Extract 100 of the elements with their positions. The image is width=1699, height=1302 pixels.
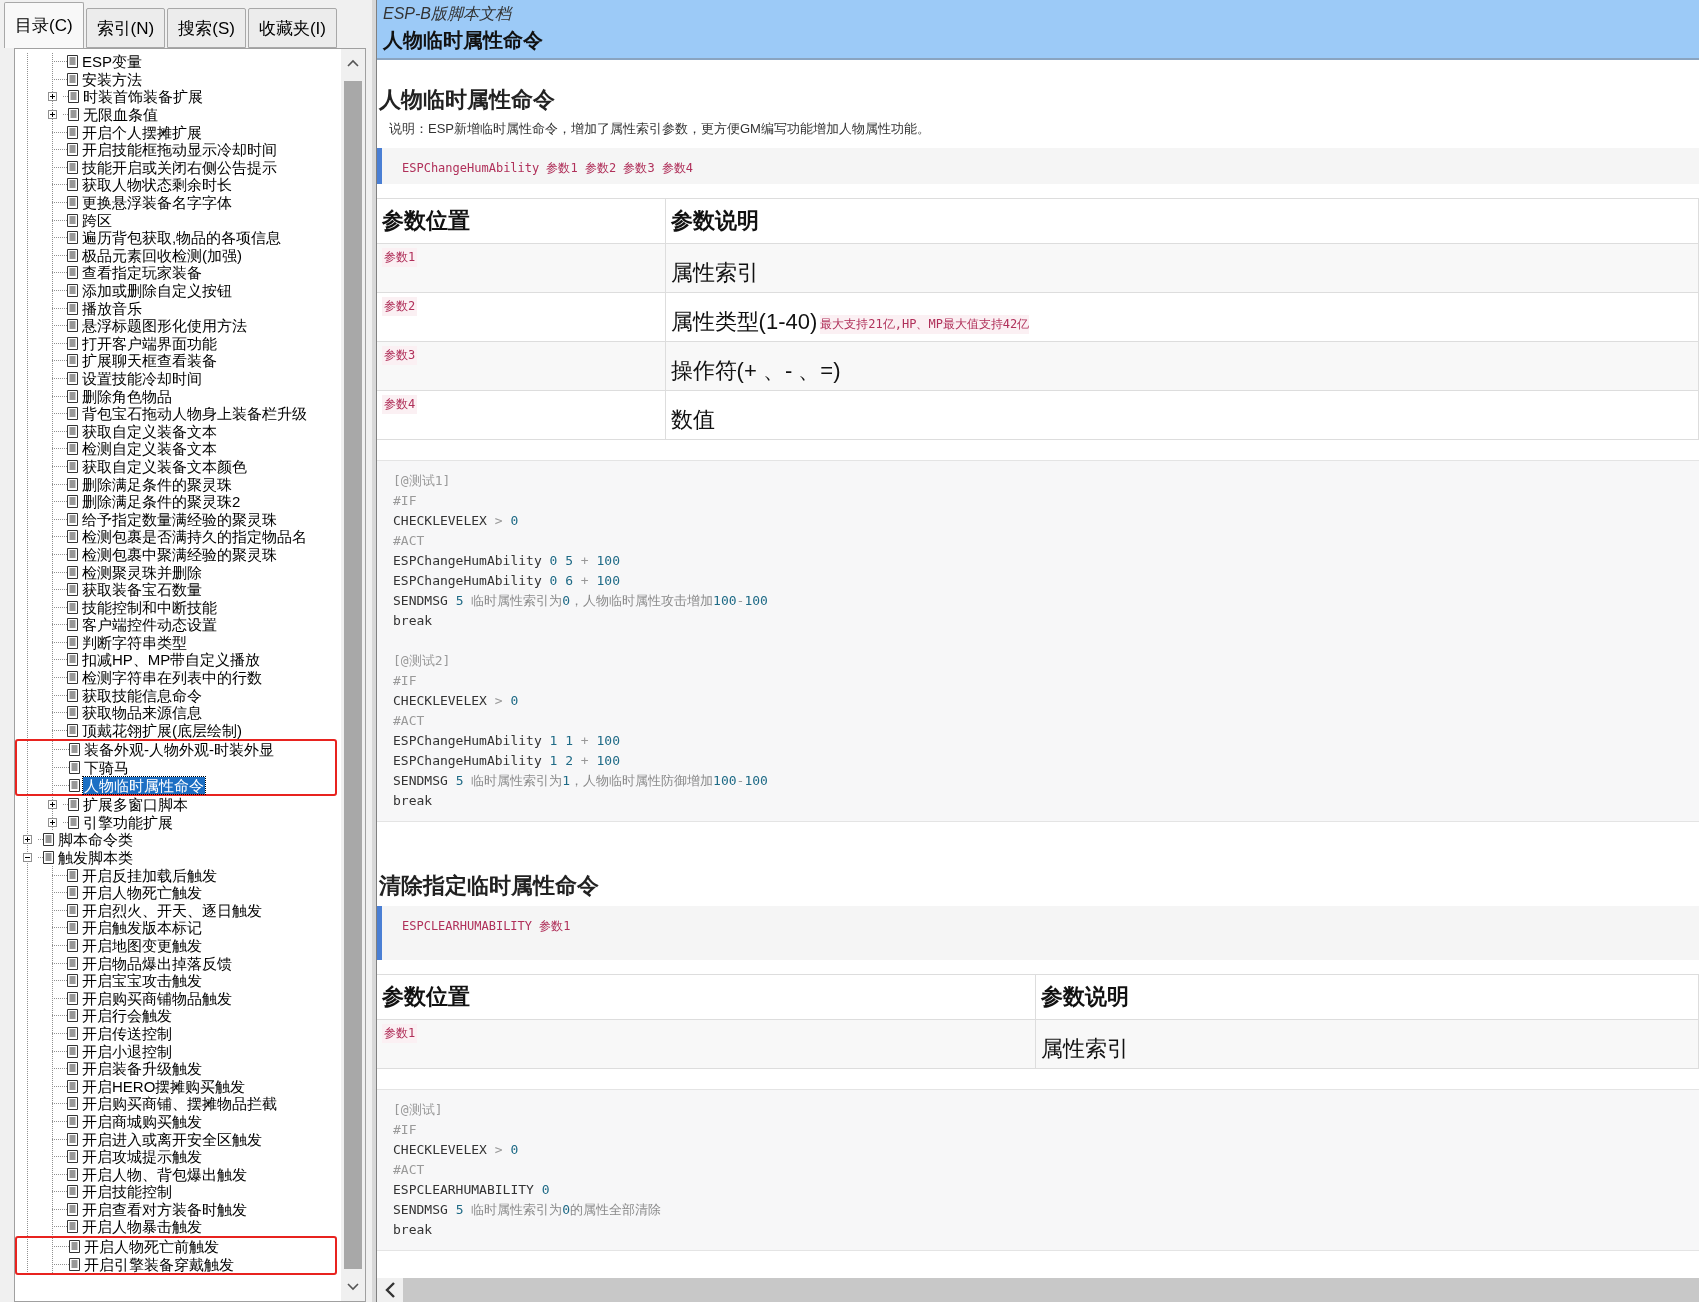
page-icon: [67, 196, 78, 210]
tree-item[interactable]: 获取技能信息命令: [81, 686, 203, 704]
tree-item[interactable]: 检测字符串在列表中的行数: [81, 669, 263, 687]
collapse-icon[interactable]: [23, 853, 32, 862]
tree-item[interactable]: 悬浮标题图形化使用方法: [81, 317, 248, 335]
tree-item[interactable]: ESP变量: [81, 53, 143, 71]
tab[interactable]: 索引(N): [85, 8, 166, 48]
tree-item[interactable]: 遍历背包获取,物品的各项信息: [81, 229, 283, 247]
tree-item[interactable]: 开启个人摆摊扩展: [81, 123, 203, 141]
tree-item[interactable]: 开启HERO摆摊购买触发: [81, 1077, 247, 1095]
tree-item[interactable]: 检测聚灵珠并删除: [81, 563, 203, 581]
tree-item[interactable]: 时装首饰装备扩展: [82, 88, 204, 106]
tree-item[interactable]: 技能控制和中断技能: [81, 598, 218, 616]
expand-icon[interactable]: [48, 817, 57, 827]
expand-icon[interactable]: [48, 800, 57, 810]
tree-item[interactable]: 开启查看对方装备时触发: [81, 1200, 248, 1218]
tree-item[interactable]: 添加或删除自定义按钮: [81, 282, 233, 299]
tree-item[interactable]: 设置技能冷却时间: [81, 370, 203, 387]
tree-item[interactable]: 更换悬浮装备名字字体: [81, 194, 233, 212]
tree-item[interactable]: 查看指定玩家装备: [81, 264, 203, 282]
tree-item[interactable]: 开启攻城提示触发: [81, 1148, 203, 1166]
tree-item[interactable]: 开启反挂加载后触发: [81, 866, 218, 884]
tree-item[interactable]: 获取自定义装备文本: [81, 422, 218, 440]
page-icon: [69, 743, 80, 757]
page-icon: [67, 1167, 78, 1181]
tree-item[interactable]: 开启烈火、开天、逐日触发: [81, 901, 263, 919]
tree-item[interactable]: 检测自定义装备文本: [81, 440, 218, 458]
page-icon: [43, 833, 54, 847]
tree-item[interactable]: 脚本命令类: [57, 831, 134, 849]
tree-item[interactable]: 技能开启或关闭右侧公告提示: [81, 158, 278, 176]
tree-item[interactable]: 开启购买商铺物品触发: [81, 989, 233, 1007]
page-icon: [67, 974, 78, 988]
tree-item[interactable]: 开启小退控制: [81, 1042, 173, 1060]
code-line: [@测试]: [393, 1101, 444, 1119]
tree-item[interactable]: 判断字符串类型: [81, 633, 188, 651]
tree-item[interactable]: 获取物品来源信息: [81, 704, 203, 722]
tree-item[interactable]: 无限血条值: [82, 106, 159, 124]
tree-item[interactable]: 扣减HP、MP带自定义播放: [81, 651, 262, 669]
tree-item[interactable]: 开启行会触发: [81, 1007, 173, 1025]
tree-item[interactable]: 触发脚本类: [57, 849, 134, 866]
expand-icon[interactable]: [48, 92, 57, 102]
tree-item[interactable]: 开启宝宝攻击触发: [81, 972, 203, 990]
scroll-up-icon[interactable]: [347, 59, 359, 67]
tab[interactable]: 目录(C): [4, 2, 84, 48]
page-icon: [67, 886, 78, 900]
tree-item[interactable]: 播放音乐: [81, 299, 143, 317]
page-icon: [67, 284, 78, 297]
tree-item[interactable]: 获取人物状态剩余时长: [81, 176, 233, 194]
page-icon: [67, 939, 78, 952]
tree-item[interactable]: 开启技能框拖动显示冷却时间: [81, 141, 278, 159]
vertical-scrollbar[interactable]: [341, 49, 365, 1301]
tree-item[interactable]: 装备外观-人物外观-时装外显: [83, 741, 275, 759]
parameter-description: 操作符(+ 、- 、=): [670, 357, 841, 385]
parameter-name: 参数2: [382, 297, 418, 316]
tree-item[interactable]: 给予指定数量满经验的聚灵珠: [81, 510, 278, 528]
tree-item[interactable]: 开启人物暴击触发: [81, 1218, 203, 1236]
horizontal-scrollbar[interactable]: [377, 1278, 1699, 1302]
page-icon: [67, 653, 78, 667]
expand-icon[interactable]: [48, 110, 57, 120]
tree-item[interactable]: 开启地图变更触发: [81, 937, 203, 954]
scroll-down-icon[interactable]: [347, 1283, 359, 1291]
tree-item[interactable]: 检测包裹中聚满经验的聚灵珠: [81, 545, 278, 563]
tree-item[interactable]: 人物临时属性命令: [83, 776, 205, 794]
expand-icon[interactable]: [23, 835, 32, 845]
tree-item[interactable]: 开启人物死亡前触发: [83, 1238, 220, 1256]
page-icon: [67, 1132, 78, 1146]
tree-item[interactable]: 检测包裹是否满持久的指定物品名: [81, 528, 308, 546]
tree-item[interactable]: 开启引擎装备穿戴触发: [83, 1255, 235, 1273]
tree-item[interactable]: 开启触发版本标记: [81, 919, 203, 937]
tree-item[interactable]: 开启物品爆出掉落反馈: [81, 954, 233, 972]
tree-item[interactable]: 开启人物、背包爆出触发: [81, 1165, 248, 1183]
tree-item[interactable]: 开启人物死亡触发: [81, 884, 203, 902]
tree-item[interactable]: 开启传送控制: [81, 1024, 173, 1042]
tab[interactable]: 搜索(S): [167, 8, 246, 48]
tree-item[interactable]: 删除满足条件的聚灵珠2: [81, 493, 242, 511]
tree-item[interactable]: 扩展聊天框查看装备: [81, 352, 218, 370]
tree-item[interactable]: 扩展多窗口脚本: [82, 796, 189, 814]
tab[interactable]: 收藏夹(I): [247, 8, 337, 48]
scroll-left-icon[interactable]: [383, 1281, 397, 1299]
tree-item[interactable]: 获取装备宝石数量: [81, 581, 203, 599]
tree-item[interactable]: 开启装备升级触发: [81, 1060, 203, 1078]
tree-item[interactable]: 下骑马: [83, 759, 130, 777]
tree-item[interactable]: 顶戴花翎扩展(底层绘制): [81, 721, 243, 739]
page-icon: [67, 1062, 78, 1076]
tree-item[interactable]: 客户端控件动态设置: [81, 616, 218, 634]
page-icon: [67, 231, 78, 245]
tree-item[interactable]: 开启购买商铺、摆摊物品拦截: [81, 1095, 278, 1113]
page-icon: [67, 1202, 78, 1216]
tree-item[interactable]: 极品元素回收检测(加强): [81, 246, 243, 264]
tree-item[interactable]: 开启商城购买触发: [81, 1112, 203, 1130]
tree-item[interactable]: 安装方法: [81, 70, 143, 88]
tree-item[interactable]: 跨区: [81, 211, 113, 229]
tree-item[interactable]: 开启技能控制: [81, 1183, 173, 1201]
tree-item[interactable]: 删除满足条件的聚灵珠: [81, 475, 233, 493]
tree-item[interactable]: 获取自定义装备文本颜色: [81, 457, 248, 475]
tree-item[interactable]: 开启进入或离开安全区触发: [81, 1130, 263, 1148]
tree-item[interactable]: 删除角色物品: [81, 387, 173, 405]
tree-item[interactable]: 背包宝石拖动人物身上装备栏升级: [81, 405, 308, 423]
tree-item[interactable]: 打开客户端界面功能: [81, 334, 218, 352]
tree-item[interactable]: 引擎功能扩展: [82, 813, 174, 831]
